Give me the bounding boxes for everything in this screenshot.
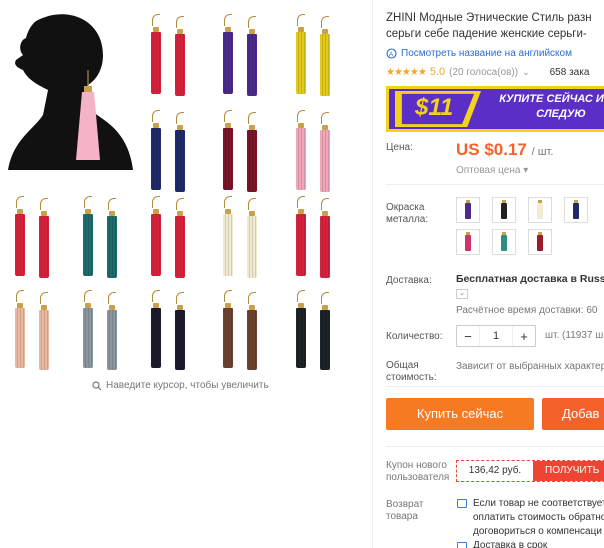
shipping-value: Бесплатная доставка в Russia	[456, 273, 604, 285]
color-swatch[interactable]	[492, 197, 516, 223]
price-value: US $0.17	[456, 140, 527, 159]
coupon-amount: 136,42 руб.	[468, 465, 522, 476]
delivery-guarantee-icon	[457, 542, 467, 548]
translate-link[interactable]: A Посмотреть название на английском	[386, 48, 572, 59]
product-info-panel: ZHINI Модные Этнические Стиль разн серьг…	[372, 0, 604, 548]
color-swatch[interactable]	[528, 197, 552, 223]
quantity-plus-button[interactable]: +	[513, 329, 535, 344]
price-value-row: US $0.17 / шт.	[456, 140, 553, 160]
quantity-stepper: − 1 +	[456, 325, 536, 347]
promo-price-text: $11	[415, 94, 454, 121]
color-swatch[interactable]	[456, 229, 480, 255]
main-product-image[interactable]	[8, 10, 138, 170]
returns-text-line: договориться о компенсаци	[473, 526, 602, 537]
returns-text-line: оплатить стоимость обратно	[473, 512, 604, 523]
color-swatch[interactable]	[564, 197, 588, 223]
orders-count: 658 зака	[549, 66, 590, 78]
price-unit: / шт.	[531, 146, 554, 158]
translate-link-text[interactable]: Посмотреть название на английском	[401, 48, 572, 59]
add-to-cart-button[interactable]: Добав	[542, 398, 604, 430]
quantity-minus-button[interactable]: −	[457, 329, 479, 344]
shipping-chevron-icon[interactable]: ⌄	[456, 289, 468, 299]
rating-stars-icon: ★★★★★	[386, 66, 427, 78]
price-label: Цена:	[386, 142, 413, 153]
zoom-hint: Наведите курсор, чтобы увеличить	[92, 380, 269, 391]
magnifier-icon	[92, 380, 102, 390]
promo-cta-text: КУПИТЕ СЕЙЧАС И НА СЛЕДУЮ	[499, 93, 604, 120]
translate-icon: A	[386, 48, 397, 59]
promo-banner[interactable]: $11 КУПИТЕ СЕЙЧАС И НА СЛЕДУЮ	[386, 86, 604, 132]
color-swatch[interactable]	[528, 229, 552, 255]
total-value: Зависит от выбранных характер	[456, 361, 604, 372]
buy-now-button[interactable]: Купить сейчас	[386, 398, 534, 430]
divider	[386, 446, 604, 447]
coupon-label: Купон нового пользователя	[386, 460, 450, 483]
color-label: Окраска металла:	[386, 202, 429, 225]
divider	[386, 184, 604, 185]
product-title-line-2: серьги себе падение женские серьги-	[386, 28, 587, 40]
quantity-label: Количество:	[386, 331, 443, 342]
product-gallery	[0, 0, 372, 548]
coupon-box: 136,42 руб. ПОЛУЧИТЬ	[456, 460, 604, 482]
shipping-label: Доставка:	[386, 275, 432, 286]
svg-text:A: A	[389, 52, 393, 58]
delivery-guarantee-text: Доставка в срок	[473, 540, 548, 548]
get-coupon-button[interactable]: ПОЛУЧИТЬ	[533, 461, 604, 481]
product-title-line-1: ZHINI Модные Этнические Стиль разн	[386, 12, 592, 24]
zoom-hint-text: Наведите курсор, чтобы увеличить	[106, 380, 269, 391]
wholesale-price-link[interactable]: Оптовая цена ▾	[456, 165, 528, 176]
rating-score: 5.0	[429, 66, 446, 78]
mannequin-bust	[8, 14, 133, 170]
returns-text: Если товар не соответствует оплатить сто…	[473, 497, 604, 539]
chevron-down-icon[interactable]: ⌄	[522, 67, 530, 78]
quantity-input[interactable]: 1	[479, 326, 513, 346]
color-swatch[interactable]	[456, 197, 480, 223]
rating-row: ★★★★★ 5.0 (20 голоса(ов)) ⌄ 658 зака	[386, 66, 589, 78]
divider	[386, 386, 604, 387]
total-label: Общая стоимость:	[386, 360, 437, 383]
product-title: ZHINI Модные Этнические Стиль разн серьг…	[386, 10, 604, 42]
color-swatch[interactable]	[492, 229, 516, 255]
returns-label: Возврат товара	[386, 499, 424, 522]
shipping-time: Расчётное время доставки: 60	[456, 305, 598, 316]
quantity-available: шт. (11937 ш	[545, 330, 604, 341]
rating-votes[interactable]: (20 голоса(ов))	[449, 67, 518, 78]
return-policy-icon	[457, 499, 467, 508]
returns-text-line: Если товар не соответствует	[473, 498, 604, 509]
